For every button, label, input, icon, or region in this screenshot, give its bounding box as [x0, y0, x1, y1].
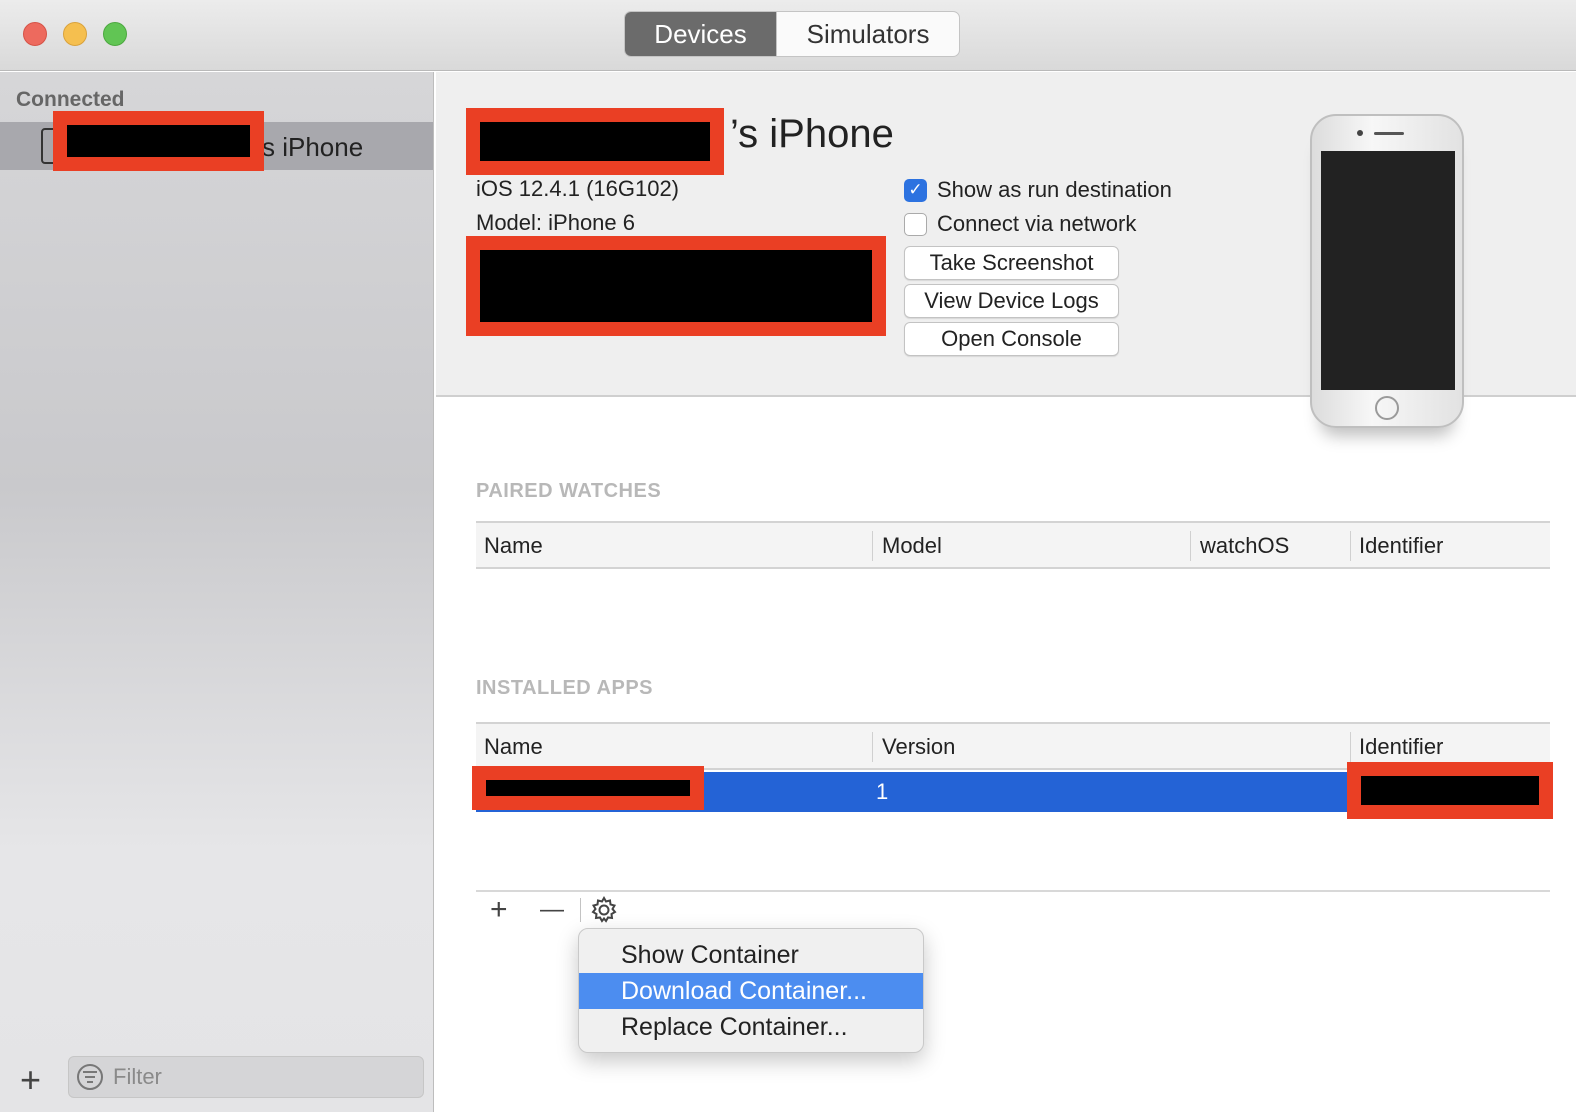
ios-version: iOS 12.4.1 (16G102) [476, 176, 680, 201]
tab-devices[interactable]: Devices [625, 12, 777, 56]
container-actions-menu: Show Container Download Container... Rep… [578, 928, 924, 1053]
column-header-watchos[interactable]: watchOS [1200, 533, 1289, 559]
device-title: ’s iPhone [730, 112, 894, 156]
installed-apps-heading: INSTALLED APPS [476, 677, 654, 699]
column-header-model[interactable]: Model [882, 533, 942, 559]
app-version: 1 [876, 779, 889, 804]
add-device-button[interactable]: + [20, 1062, 41, 1098]
paired-watches-table-header: Name Model watchOS Identifier [476, 521, 1550, 569]
column-header-identifier[interactable]: Identifier [1359, 533, 1443, 559]
title-bar: Devices Simulators [0, 0, 1576, 71]
filter-input[interactable] [113, 1064, 393, 1090]
column-header-version[interactable]: Version [882, 734, 955, 760]
sidebar-item-label: s iPhone [262, 132, 364, 162]
open-console-button[interactable]: Open Console [904, 322, 1119, 356]
device-sidebar: Connected s iPhone + [0, 72, 434, 1112]
redacted-device-name-sidebar [53, 111, 264, 171]
close-window-button[interactable] [23, 22, 47, 46]
view-device-logs-button[interactable]: View Device Logs [904, 284, 1119, 318]
redacted-device-identifiers [466, 236, 886, 336]
menu-item-replace-container[interactable]: Replace Container... [579, 1009, 923, 1045]
tab-simulators[interactable]: Simulators [776, 12, 959, 56]
show-as-run-destination-checkbox[interactable]: ✓ [904, 178, 927, 202]
gear-icon[interactable] [590, 896, 618, 924]
sidebar-section-connected: Connected [16, 88, 125, 111]
column-header-identifier[interactable]: Identifier [1359, 734, 1443, 760]
device-model: Model: iPhone 6 [476, 210, 635, 235]
minimize-window-button[interactable] [63, 22, 87, 46]
menu-item-download-container[interactable]: Download Container... [579, 973, 923, 1009]
zoom-window-button[interactable] [103, 22, 127, 46]
connect-via-network-checkbox[interactable] [904, 212, 927, 236]
connect-via-network-option[interactable]: Connect via network [904, 211, 1136, 237]
take-screenshot-button[interactable]: Take Screenshot [904, 246, 1119, 280]
connect-via-network-label: Connect via network [937, 211, 1137, 236]
paired-watches-heading: PAIRED WATCHES [476, 480, 662, 502]
add-app-button[interactable]: + [490, 894, 508, 926]
devices-simulators-segmented-control: Devices Simulators [624, 11, 960, 57]
show-as-run-destination-label: Show as run destination [937, 177, 1172, 202]
column-header-name[interactable]: Name [484, 734, 543, 760]
filter-field[interactable] [68, 1056, 424, 1098]
filter-icon [77, 1064, 103, 1090]
redacted-device-owner-name [466, 108, 724, 175]
iphone-illustration [1310, 114, 1464, 428]
show-as-run-destination-option[interactable]: ✓ Show as run destination [904, 177, 1172, 203]
redacted-app-identifier [1347, 762, 1553, 819]
column-header-name[interactable]: Name [484, 533, 543, 559]
menu-item-show-container[interactable]: Show Container [579, 937, 923, 973]
redacted-app-name [472, 766, 704, 810]
remove-app-button[interactable]: — [540, 894, 564, 926]
